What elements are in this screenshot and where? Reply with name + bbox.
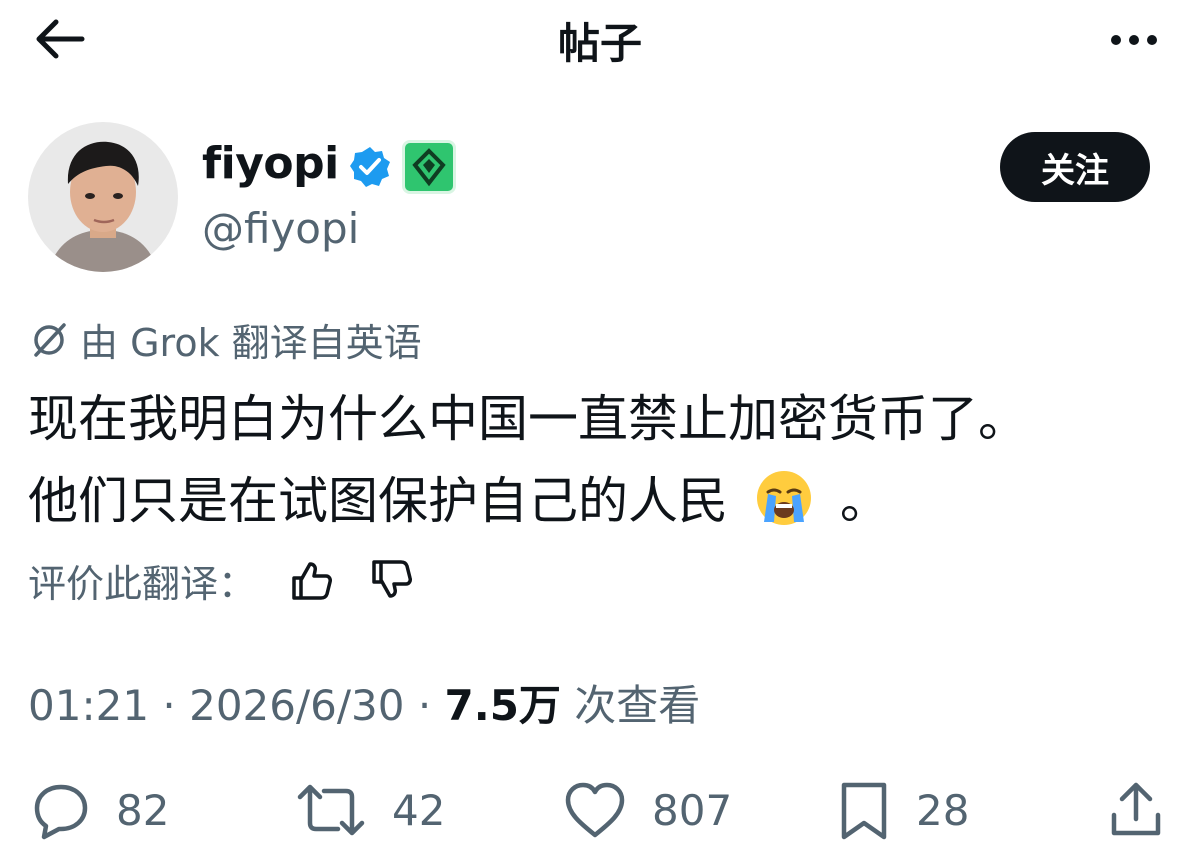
bookmark-count: 28 [916,785,970,835]
like-count: 807 [652,785,733,835]
display-name[interactable]: fiyopi [202,138,339,189]
user-handle[interactable]: @fiyopi [202,204,359,253]
like-icon [565,782,625,838]
tweet-time[interactable]: 01:21 [28,681,149,730]
rate-translation-label: 评价此翻译： [28,561,257,606]
reply-count: 82 [116,785,170,835]
grok-icon [34,322,66,357]
bookmark-icon [841,782,887,840]
top-bar: 帖子 [0,0,1200,80]
loudly-crying-face-icon [756,471,811,525]
tweet-meta: 01:21 · 2026/6/30 · 7.5万 次查看 [28,672,700,733]
tweet-date[interactable]: 2026/6/30 [189,681,404,730]
follow-button[interactable]: 关注 [1000,132,1150,202]
page-title: 帖子 [557,19,642,68]
thumbs-down-icon[interactable] [368,556,416,604]
share-icon [1111,782,1161,836]
rate-translation: 评价此翻译： [28,552,416,608]
tweet-line-1: 现在我明白为什么中国一直禁止加密货币了。 [28,390,1028,448]
views-label: 次查看 [560,681,701,730]
tweet-text: 现在我明白为什么中国一直禁止加密货币了。 他们只是在试图保护自己的人民 。 [28,378,1178,542]
bookmark-button[interactable]: 28 [836,770,969,850]
reply-icon [34,784,88,840]
translated-by-label: 由 Grok 翻译自英语 [80,321,422,365]
repost-button[interactable]: 42 [294,770,445,850]
tweet-line-2: 他们只是在试图保护自己的人民 。 [28,460,1178,542]
share-button[interactable] [1106,770,1190,850]
repost-icon [297,784,365,836]
affiliate-badge-icon[interactable] [402,140,456,194]
verified-icon [350,147,390,187]
more-button[interactable] [1104,22,1164,58]
thumbs-up-icon[interactable] [288,556,336,604]
meta-separator-2: · [404,681,445,730]
more-icon [1111,35,1157,45]
repost-count: 42 [392,785,446,835]
avatar[interactable] [28,122,178,272]
tweet-line-2-end: 。 [839,472,890,530]
like-button[interactable]: 807 [562,770,732,850]
meta-separator-1: · [149,681,190,730]
views-count[interactable]: 7.5万 [445,681,561,730]
tweet-line-2-text: 他们只是在试图保护自己的人民 [28,472,728,530]
translated-by: 由 Grok 翻译自英语 [28,312,422,367]
reply-button[interactable]: 82 [30,770,169,850]
action-bar: 82 42 807 28 [0,770,1200,850]
